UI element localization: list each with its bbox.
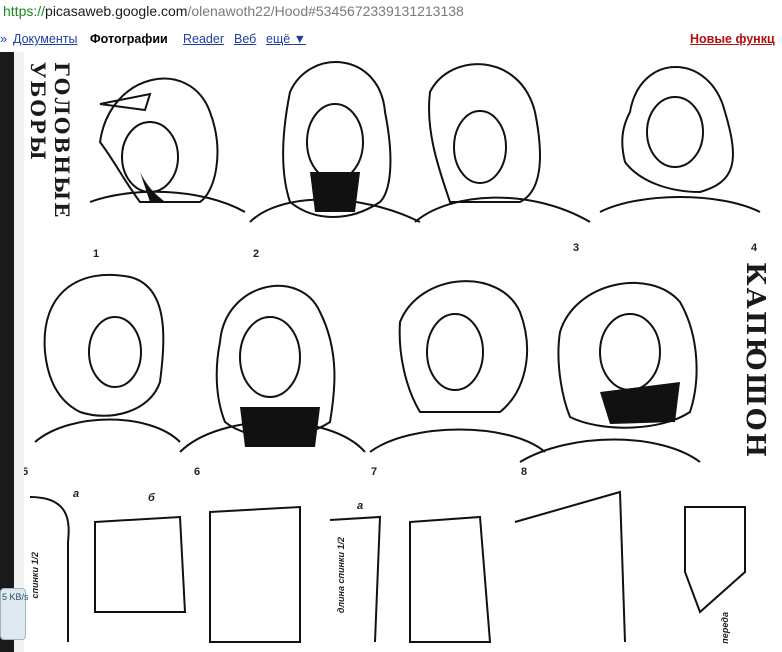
right-vertical-caption: КАПЮШОН bbox=[740, 262, 770, 460]
hood-figure-7 bbox=[398, 280, 528, 413]
page-edge bbox=[14, 52, 24, 652]
figure-number: 6 bbox=[194, 466, 201, 478]
download-speed-text: 5 KB/s bbox=[2, 592, 29, 602]
pattern-text: спинки 1/2 bbox=[30, 552, 40, 599]
nav-link-photos: Фотографии bbox=[90, 32, 168, 46]
figure-number: 2 bbox=[253, 248, 260, 260]
url-text[interactable]: https://picasaweb.google.com/olenawoth22… bbox=[3, 3, 464, 19]
figure-number: 8 bbox=[521, 466, 528, 478]
pattern-text: переда bbox=[720, 612, 730, 644]
new-features-link[interactable]: Новые функц bbox=[690, 32, 775, 46]
left-edge bbox=[0, 52, 14, 652]
figure-number: 7 bbox=[371, 466, 378, 478]
google-bar: » Документы Фотографии Reader Веб ещё ▼ … bbox=[0, 24, 782, 53]
pattern-label: а bbox=[357, 500, 364, 512]
more-chevron[interactable]: » bbox=[0, 32, 7, 46]
nav-link-web[interactable]: Веб bbox=[234, 32, 256, 46]
figure-number: 3 bbox=[573, 242, 580, 254]
hood-figure-1 bbox=[98, 77, 219, 203]
nav-link-documents[interactable]: Документы bbox=[13, 32, 77, 46]
left-vertical-caption: ГОЛОВНЫЕ УБОРЫ bbox=[26, 62, 74, 220]
hood-figure-4 bbox=[621, 66, 734, 194]
figure-number: 1 bbox=[93, 248, 100, 260]
download-speed-widget: 5 KB/s bbox=[0, 588, 29, 640]
nav-link-more[interactable]: ещё ▼ bbox=[266, 32, 306, 46]
pattern-label: б bbox=[148, 492, 155, 504]
hood-figure-3 bbox=[428, 63, 541, 203]
pattern-label: а bbox=[73, 488, 80, 500]
address-bar[interactable]: https://picasaweb.google.com/olenawoth22… bbox=[0, 0, 782, 25]
hood-figure-5 bbox=[43, 273, 165, 417]
nav-link-reader[interactable]: Reader bbox=[183, 32, 224, 46]
hood-illustration bbox=[29, 61, 761, 643]
photo-viewer[interactable]: ГОЛОВНЫЕ УБОРЫ КАПЮШОН 1 2 3 4 5 6 7 8 а… bbox=[0, 52, 782, 652]
pattern-text: длина спинки 1/2 bbox=[336, 537, 346, 614]
figure-number: 4 bbox=[751, 242, 758, 254]
